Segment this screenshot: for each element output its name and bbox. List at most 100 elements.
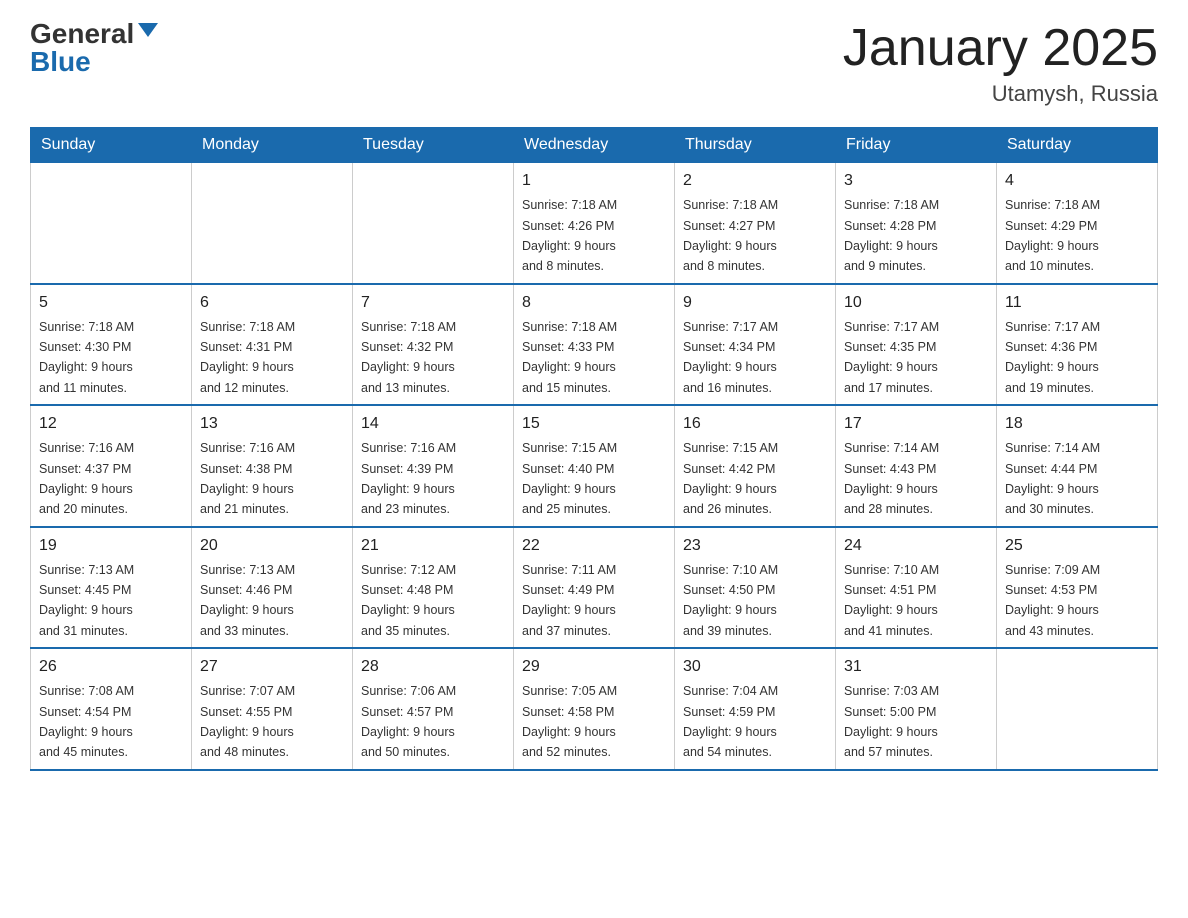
calendar-cell: 23 Sunrise: 7:10 AM Sunset: 4:50 PM Dayli… [675, 527, 836, 649]
day-info: Sunrise: 7:06 AM Sunset: 4:57 PM Dayligh… [361, 684, 456, 759]
calendar-cell: 22 Sunrise: 7:11 AM Sunset: 4:49 PM Dayli… [514, 527, 675, 649]
calendar-cell: 17 Sunrise: 7:14 AM Sunset: 4:43 PM Dayli… [836, 405, 997, 527]
title-area: January 2025 Utamysh, Russia [843, 20, 1158, 107]
calendar-cell: 9 Sunrise: 7:17 AM Sunset: 4:34 PM Daylig… [675, 284, 836, 406]
day-number: 7 [361, 291, 505, 315]
day-info: Sunrise: 7:18 AM Sunset: 4:33 PM Dayligh… [522, 320, 617, 395]
day-info: Sunrise: 7:13 AM Sunset: 4:45 PM Dayligh… [39, 563, 134, 638]
day-number: 18 [1005, 412, 1149, 436]
day-info: Sunrise: 7:16 AM Sunset: 4:37 PM Dayligh… [39, 441, 134, 516]
day-info: Sunrise: 7:15 AM Sunset: 4:40 PM Dayligh… [522, 441, 617, 516]
day-number: 16 [683, 412, 827, 436]
calendar-cell: 20 Sunrise: 7:13 AM Sunset: 4:46 PM Dayli… [192, 527, 353, 649]
day-info: Sunrise: 7:09 AM Sunset: 4:53 PM Dayligh… [1005, 563, 1100, 638]
day-number: 9 [683, 291, 827, 315]
day-number: 22 [522, 534, 666, 558]
day-number: 21 [361, 534, 505, 558]
day-info: Sunrise: 7:07 AM Sunset: 4:55 PM Dayligh… [200, 684, 295, 759]
column-header-tuesday: Tuesday [353, 128, 514, 163]
calendar-cell [997, 648, 1158, 770]
day-info: Sunrise: 7:17 AM Sunset: 4:36 PM Dayligh… [1005, 320, 1100, 395]
day-number: 26 [39, 655, 183, 679]
day-number: 29 [522, 655, 666, 679]
day-info: Sunrise: 7:17 AM Sunset: 4:35 PM Dayligh… [844, 320, 939, 395]
day-info: Sunrise: 7:10 AM Sunset: 4:50 PM Dayligh… [683, 563, 778, 638]
day-number: 10 [844, 291, 988, 315]
day-number: 8 [522, 291, 666, 315]
header-row: SundayMondayTuesdayWednesdayThursdayFrid… [31, 128, 1158, 163]
calendar-cell [353, 163, 514, 284]
day-info: Sunrise: 7:16 AM Sunset: 4:38 PM Dayligh… [200, 441, 295, 516]
calendar-cell: 10 Sunrise: 7:17 AM Sunset: 4:35 PM Dayli… [836, 284, 997, 406]
day-info: Sunrise: 7:14 AM Sunset: 4:44 PM Dayligh… [1005, 441, 1100, 516]
calendar-cell: 21Sunrise: 7:12 AM Sunset: 4:48 PM Dayli… [353, 527, 514, 649]
week-row-1: 1Sunrise: 7:18 AM Sunset: 4:26 PM Daylig… [31, 163, 1158, 284]
calendar-cell: 6Sunrise: 7:18 AM Sunset: 4:31 PM Daylig… [192, 284, 353, 406]
calendar-cell: 3Sunrise: 7:18 AM Sunset: 4:28 PM Daylig… [836, 163, 997, 284]
calendar-cell: 30 Sunrise: 7:04 AM Sunset: 4:59 PM Dayli… [675, 648, 836, 770]
calendar-cell: 25Sunrise: 7:09 AM Sunset: 4:53 PM Dayli… [997, 527, 1158, 649]
calendar-cell: 29 Sunrise: 7:05 AM Sunset: 4:58 PM Dayli… [514, 648, 675, 770]
calendar-title: January 2025 [843, 20, 1158, 77]
column-header-wednesday: Wednesday [514, 128, 675, 163]
day-info: Sunrise: 7:18 AM Sunset: 4:30 PM Dayligh… [39, 320, 134, 395]
day-info: Sunrise: 7:14 AM Sunset: 4:43 PM Dayligh… [844, 441, 939, 516]
day-info: Sunrise: 7:16 AM Sunset: 4:39 PM Dayligh… [361, 441, 456, 516]
week-row-2: 5 Sunrise: 7:18 AM Sunset: 4:30 PM Daylig… [31, 284, 1158, 406]
day-number: 13 [200, 412, 344, 436]
calendar-cell: 13 Sunrise: 7:16 AM Sunset: 4:38 PM Dayli… [192, 405, 353, 527]
calendar-cell: 2Sunrise: 7:18 AM Sunset: 4:27 PM Daylig… [675, 163, 836, 284]
calendar-cell: 12 Sunrise: 7:16 AM Sunset: 4:37 PM Dayli… [31, 405, 192, 527]
calendar-cell: 24Sunrise: 7:10 AM Sunset: 4:51 PM Dayli… [836, 527, 997, 649]
logo-triangle-icon [138, 23, 158, 37]
day-number: 12 [39, 412, 183, 436]
day-number: 28 [361, 655, 505, 679]
calendar-cell: 28 Sunrise: 7:06 AM Sunset: 4:57 PM Dayli… [353, 648, 514, 770]
logo-general-text: General [30, 20, 134, 48]
calendar-cell: 19 Sunrise: 7:13 AM Sunset: 4:45 PM Dayli… [31, 527, 192, 649]
day-info: Sunrise: 7:18 AM Sunset: 4:26 PM Dayligh… [522, 198, 617, 273]
logo-blue-text: Blue [30, 48, 91, 76]
day-info: Sunrise: 7:05 AM Sunset: 4:58 PM Dayligh… [522, 684, 617, 759]
day-info: Sunrise: 7:18 AM Sunset: 4:27 PM Dayligh… [683, 198, 778, 273]
day-number: 6 [200, 291, 344, 315]
calendar-cell: 8 Sunrise: 7:18 AM Sunset: 4:33 PM Daylig… [514, 284, 675, 406]
day-number: 14 [361, 412, 505, 436]
day-info: Sunrise: 7:18 AM Sunset: 4:29 PM Dayligh… [1005, 198, 1100, 273]
day-info: Sunrise: 7:15 AM Sunset: 4:42 PM Dayligh… [683, 441, 778, 516]
day-number: 5 [39, 291, 183, 315]
day-number: 27 [200, 655, 344, 679]
day-number: 11 [1005, 291, 1149, 315]
week-row-5: 26 Sunrise: 7:08 AM Sunset: 4:54 PM Dayli… [31, 648, 1158, 770]
calendar-cell: 15Sunrise: 7:15 AM Sunset: 4:40 PM Dayli… [514, 405, 675, 527]
column-header-monday: Monday [192, 128, 353, 163]
day-info: Sunrise: 7:03 AM Sunset: 5:00 PM Dayligh… [844, 684, 939, 759]
week-row-4: 19 Sunrise: 7:13 AM Sunset: 4:45 PM Dayli… [31, 527, 1158, 649]
day-info: Sunrise: 7:13 AM Sunset: 4:46 PM Dayligh… [200, 563, 295, 638]
day-info: Sunrise: 7:08 AM Sunset: 4:54 PM Dayligh… [39, 684, 134, 759]
day-number: 31 [844, 655, 988, 679]
day-info: Sunrise: 7:17 AM Sunset: 4:34 PM Dayligh… [683, 320, 778, 395]
day-number: 30 [683, 655, 827, 679]
day-number: 3 [844, 169, 988, 193]
day-number: 17 [844, 412, 988, 436]
calendar-subtitle: Utamysh, Russia [843, 81, 1158, 107]
week-row-3: 12 Sunrise: 7:16 AM Sunset: 4:37 PM Dayli… [31, 405, 1158, 527]
logo: General Blue [30, 20, 158, 76]
calendar-cell: 31 Sunrise: 7:03 AM Sunset: 5:00 PM Dayli… [836, 648, 997, 770]
column-header-friday: Friday [836, 128, 997, 163]
day-info: Sunrise: 7:04 AM Sunset: 4:59 PM Dayligh… [683, 684, 778, 759]
calendar-cell [31, 163, 192, 284]
calendar-cell: 5 Sunrise: 7:18 AM Sunset: 4:30 PM Daylig… [31, 284, 192, 406]
day-number: 20 [200, 534, 344, 558]
page-header: General Blue January 2025 Utamysh, Russi… [30, 20, 1158, 107]
day-number: 23 [683, 534, 827, 558]
calendar-cell [192, 163, 353, 284]
calendar-table: SundayMondayTuesdayWednesdayThursdayFrid… [30, 127, 1158, 771]
calendar-cell: 18 Sunrise: 7:14 AM Sunset: 4:44 PM Dayli… [997, 405, 1158, 527]
calendar-cell: 16 Sunrise: 7:15 AM Sunset: 4:42 PM Dayli… [675, 405, 836, 527]
day-info: Sunrise: 7:11 AM Sunset: 4:49 PM Dayligh… [522, 563, 616, 638]
calendar-cell: 7 Sunrise: 7:18 AM Sunset: 4:32 PM Daylig… [353, 284, 514, 406]
day-info: Sunrise: 7:18 AM Sunset: 4:32 PM Dayligh… [361, 320, 456, 395]
day-number: 19 [39, 534, 183, 558]
